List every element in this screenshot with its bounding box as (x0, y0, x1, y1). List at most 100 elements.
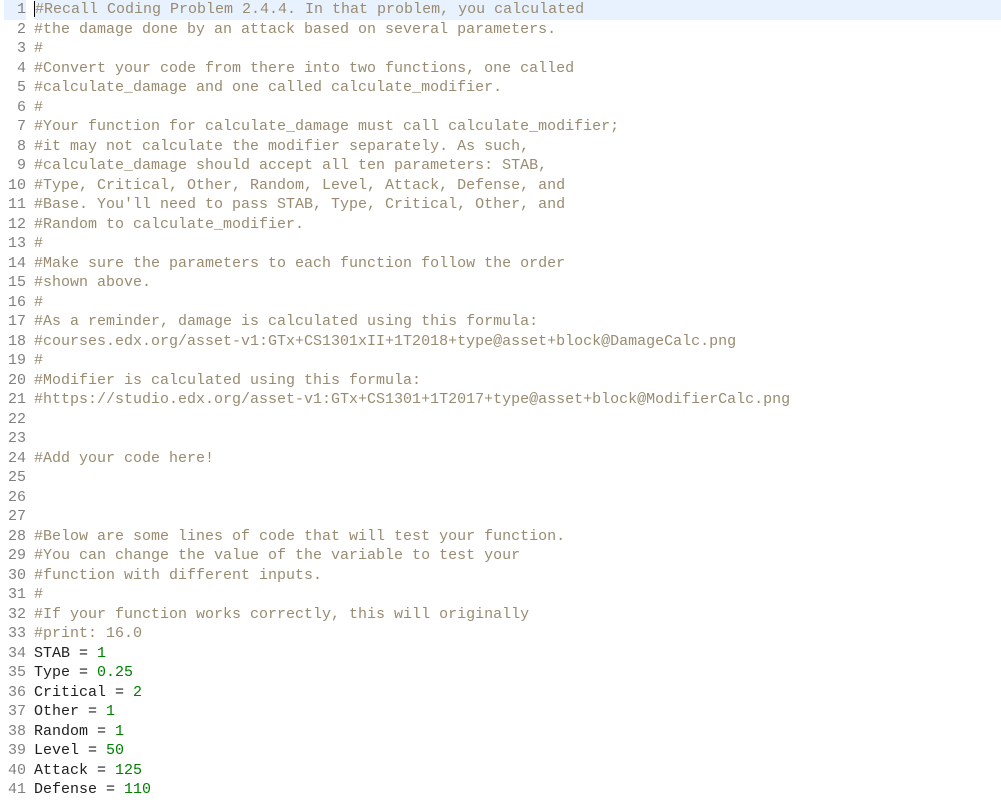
code-token-comment: #Type, Critical, Other, Random, Level, A… (34, 177, 565, 194)
code-token-ident: Random (34, 723, 97, 740)
code-token-comment: # (34, 235, 43, 252)
code-token-comment: # (34, 99, 43, 116)
code-token-op: = (115, 684, 133, 701)
code-line[interactable]: # (34, 293, 1001, 313)
code-line[interactable] (34, 429, 1001, 449)
line-number: 9 (4, 156, 26, 176)
code-line[interactable]: #Random to calculate_modifier. (34, 215, 1001, 235)
code-line[interactable] (34, 410, 1001, 430)
line-number: 36 (4, 683, 26, 703)
code-line[interactable]: #Base. You'll need to pass STAB, Type, C… (34, 195, 1001, 215)
code-editor[interactable]: 1234567891011121314151617181920212223242… (0, 0, 1001, 800)
code-area[interactable]: #Recall Coding Problem 2.4.4. In that pr… (34, 0, 1001, 800)
code-token-number: 1 (106, 703, 115, 720)
line-number: 1 (4, 0, 26, 20)
code-line[interactable]: Random = 1 (34, 722, 1001, 742)
line-number: 12 (4, 215, 26, 235)
line-number: 4 (4, 59, 26, 79)
code-token-ident: Attack (34, 762, 97, 779)
text-caret (34, 1, 35, 17)
code-token-op: = (88, 742, 106, 759)
code-line[interactable]: #courses.edx.org/asset-v1:GTx+CS1301xII+… (34, 332, 1001, 352)
code-line[interactable]: # (34, 585, 1001, 605)
line-number: 29 (4, 546, 26, 566)
code-token-ident: Level (34, 742, 88, 759)
code-token-op: = (79, 645, 97, 662)
code-line[interactable]: #Modifier is calculated using this formu… (34, 371, 1001, 391)
code-line[interactable]: #Add your code here! (34, 449, 1001, 469)
code-line[interactable]: Critical = 2 (34, 683, 1001, 703)
line-number: 15 (4, 273, 26, 293)
code-token-comment: #courses.edx.org/asset-v1:GTx+CS1301xII+… (34, 333, 736, 350)
code-line[interactable] (34, 507, 1001, 527)
code-line[interactable]: #calculate_damage should accept all ten … (34, 156, 1001, 176)
code-line[interactable]: #function with different inputs. (34, 566, 1001, 586)
code-line[interactable]: # (34, 234, 1001, 254)
code-line[interactable]: Type = 0.25 (34, 663, 1001, 683)
code-token-comment: #Add your code here! (34, 450, 214, 467)
line-number: 37 (4, 702, 26, 722)
line-number: 7 (4, 117, 26, 137)
code-line[interactable]: #Your function for calculate_damage must… (34, 117, 1001, 137)
code-token-number: 2 (133, 684, 142, 701)
code-token-comment: # (34, 586, 43, 603)
line-number: 39 (4, 741, 26, 761)
line-number: 28 (4, 527, 26, 547)
code-line[interactable]: #shown above. (34, 273, 1001, 293)
code-token-comment: #As a reminder, damage is calculated usi… (34, 313, 538, 330)
code-line[interactable]: #Type, Critical, Other, Random, Level, A… (34, 176, 1001, 196)
code-line[interactable]: #calculate_damage and one called calcula… (34, 78, 1001, 98)
line-number: 31 (4, 585, 26, 605)
line-number: 22 (4, 410, 26, 430)
code-token-comment: #Modifier is calculated using this formu… (34, 372, 421, 389)
code-line[interactable]: #Below are some lines of code that will … (34, 527, 1001, 547)
code-line[interactable]: #it may not calculate the modifier separ… (34, 137, 1001, 157)
code-line[interactable]: Defense = 110 (34, 780, 1001, 800)
code-token-comment: #Below are some lines of code that will … (34, 528, 565, 545)
code-line[interactable]: # (34, 351, 1001, 371)
code-token-comment: #calculate_damage should accept all ten … (34, 157, 547, 174)
line-number-gutter: 1234567891011121314151617181920212223242… (0, 0, 34, 800)
code-token-ident: STAB (34, 645, 79, 662)
code-line[interactable] (34, 468, 1001, 488)
code-token-number: 1 (115, 723, 124, 740)
code-line[interactable]: #If your function works correctly, this … (34, 605, 1001, 625)
code-line[interactable]: #Recall Coding Problem 2.4.4. In that pr… (34, 0, 1001, 20)
line-number: 17 (4, 312, 26, 332)
code-token-op: = (97, 723, 115, 740)
line-number: 20 (4, 371, 26, 391)
code-line[interactable]: #print: 16.0 (34, 624, 1001, 644)
code-line[interactable]: #You can change the value of the variabl… (34, 546, 1001, 566)
code-line[interactable]: #the damage done by an attack based on s… (34, 20, 1001, 40)
code-line[interactable]: #Make sure the parameters to each functi… (34, 254, 1001, 274)
code-line[interactable]: #As a reminder, damage is calculated usi… (34, 312, 1001, 332)
code-line[interactable] (34, 488, 1001, 508)
code-token-comment: #Convert your code from there into two f… (34, 60, 574, 77)
code-token-ident: Other (34, 703, 88, 720)
code-line[interactable]: #https://studio.edx.org/asset-v1:GTx+CS1… (34, 390, 1001, 410)
code-token-comment: #calculate_damage and one called calcula… (34, 79, 502, 96)
code-line[interactable]: Attack = 125 (34, 761, 1001, 781)
code-token-comment: #Base. You'll need to pass STAB, Type, C… (34, 196, 565, 213)
code-line[interactable]: Level = 50 (34, 741, 1001, 761)
line-number: 18 (4, 332, 26, 352)
code-token-number: 0.25 (97, 664, 133, 681)
line-number: 32 (4, 605, 26, 625)
line-number: 6 (4, 98, 26, 118)
code-line[interactable]: #Convert your code from there into two f… (34, 59, 1001, 79)
code-token-comment: #the damage done by an attack based on s… (34, 21, 556, 38)
line-number: 16 (4, 293, 26, 313)
code-line[interactable]: Other = 1 (34, 702, 1001, 722)
code-token-op: = (106, 781, 124, 798)
code-line[interactable]: # (34, 98, 1001, 118)
code-token-comment: # (34, 352, 43, 369)
code-line[interactable]: # (34, 39, 1001, 59)
line-number: 23 (4, 429, 26, 449)
line-number: 10 (4, 176, 26, 196)
code-token-comment: #it may not calculate the modifier separ… (34, 138, 529, 155)
code-token-ident: Defense (34, 781, 106, 798)
code-line[interactable]: STAB = 1 (34, 644, 1001, 664)
code-token-comment: #You can change the value of the variabl… (34, 547, 520, 564)
code-token-number: 50 (106, 742, 124, 759)
code-token-comment: #function with different inputs. (34, 567, 322, 584)
